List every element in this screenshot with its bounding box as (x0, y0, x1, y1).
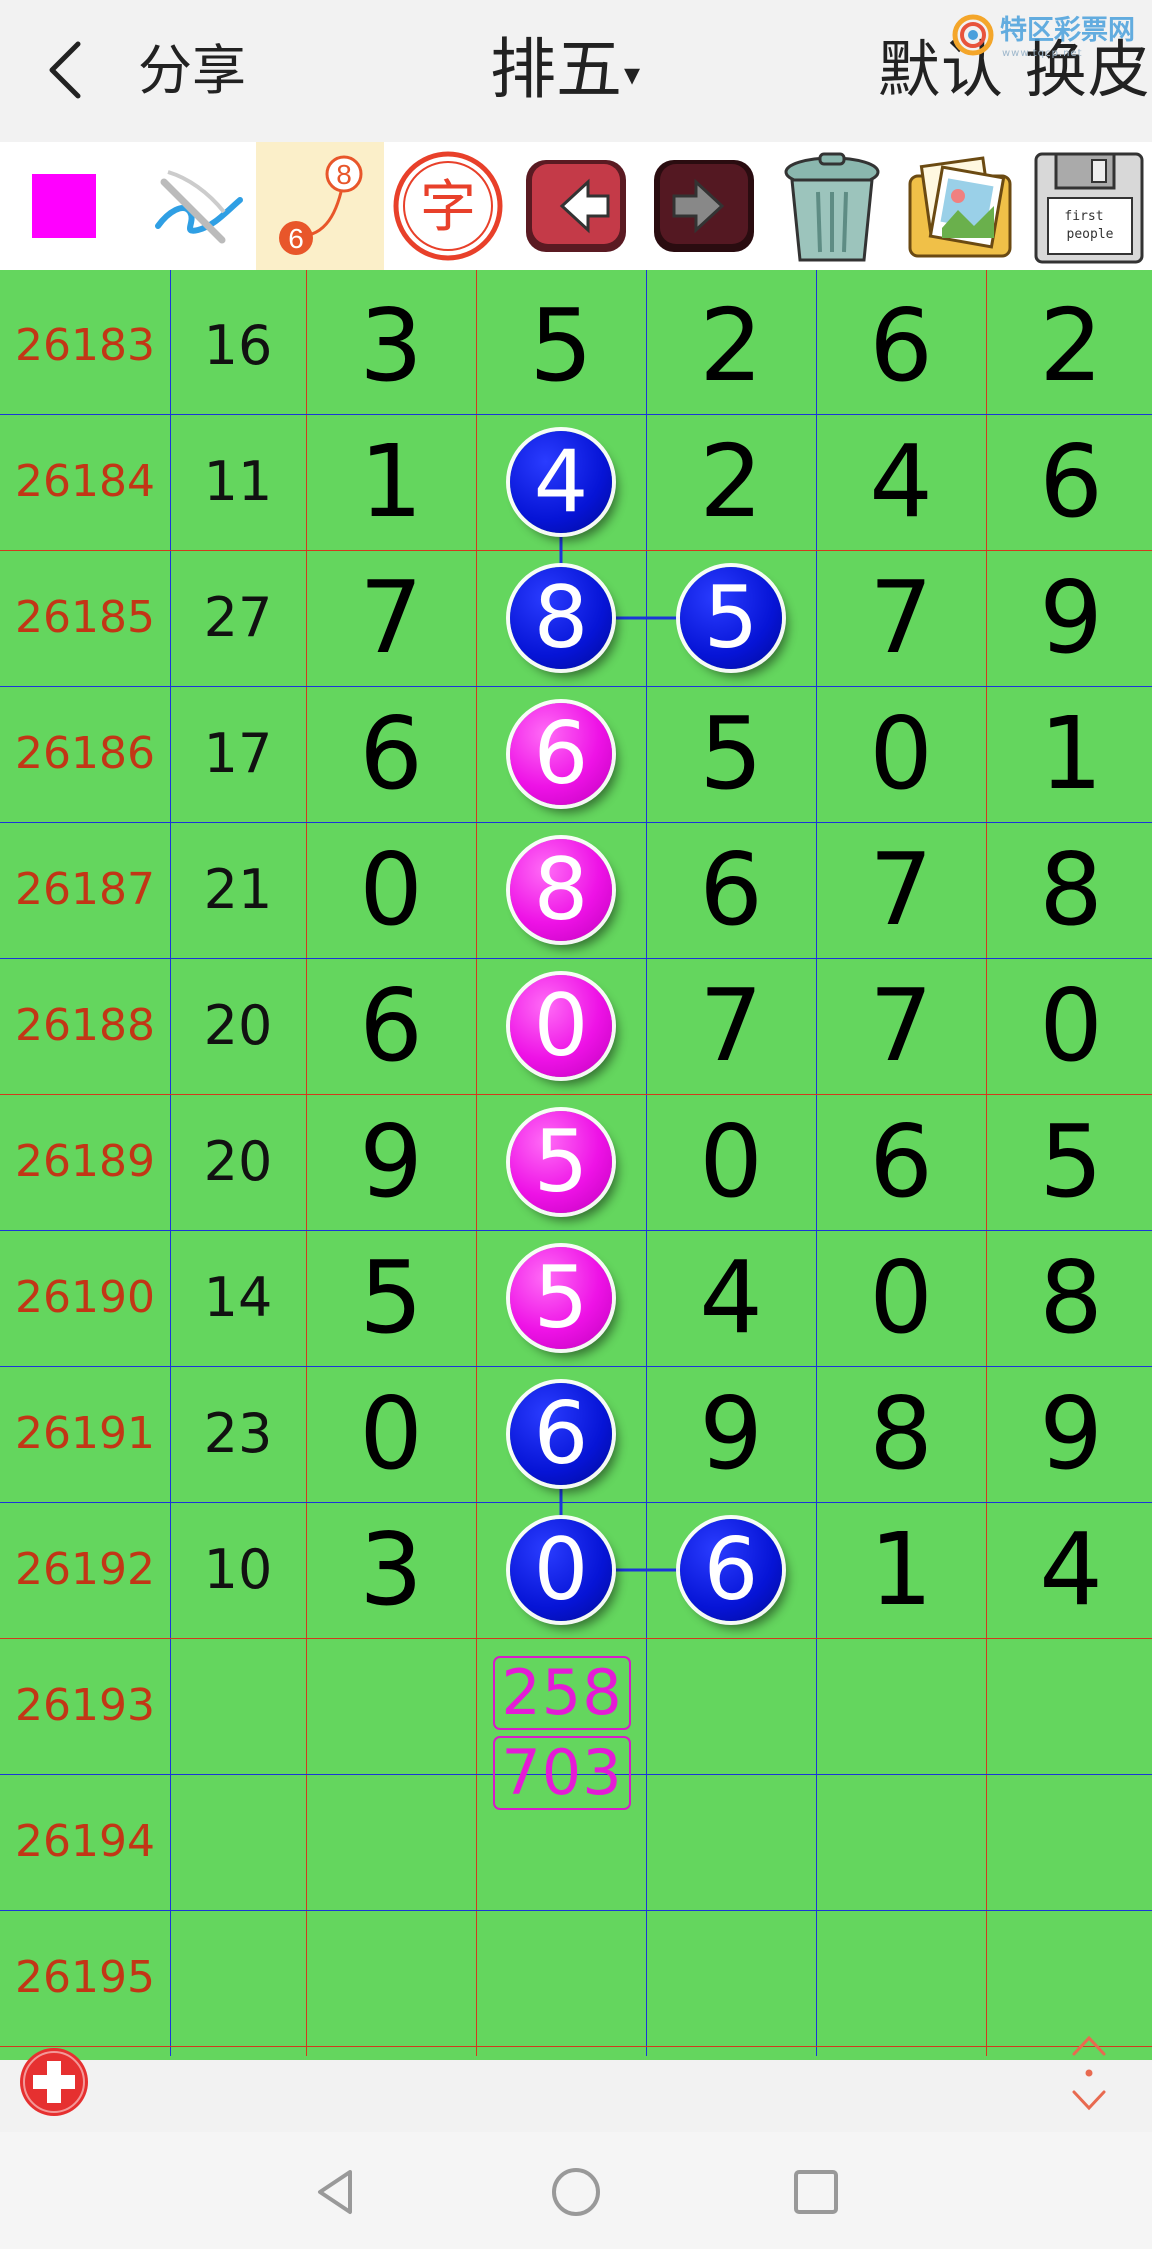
nav-home-circle-icon[interactable] (546, 2162, 606, 2222)
blue-number-ball[interactable]: 6 (510, 1383, 612, 1485)
trend-chart-grid: 26183 16 3 5 2 6 2 26184 11 1 2 4 6 26185 27 7 7 9 26186 17… (0, 270, 1152, 2060)
redo-arrow-icon[interactable] (640, 142, 768, 270)
connect-tool-top-number: 8 (336, 159, 352, 190)
trash-icon[interactable] (768, 142, 896, 270)
system-nav-bar (0, 2132, 1152, 2249)
text-tool-label: 字 (420, 175, 476, 240)
connect-tool-icon[interactable]: 8 6 (256, 142, 384, 270)
prediction-box[interactable]: 703 (493, 1736, 631, 1810)
save-disk-label-1: first (1064, 209, 1103, 224)
blue-number-ball[interactable]: 4 (510, 431, 612, 533)
watermark-logo-icon (952, 14, 994, 56)
nav-recents-square-icon[interactable] (786, 2162, 846, 2222)
pink-number-ball[interactable]: 5 (510, 1111, 612, 1213)
connect-tool-bottom-number: 6 (288, 223, 304, 254)
pink-number-ball[interactable]: 6 (510, 703, 612, 805)
watermark-url: www.tqcp.net (1002, 48, 1083, 59)
app-header: 分享 排五▾ 默认 换皮 特区彩票网 www.tqcp.net (0, 0, 1152, 142)
photos-icon[interactable] (896, 142, 1024, 270)
nav-back-triangle-icon[interactable] (306, 2162, 366, 2222)
save-disk-icon[interactable]: first people (1024, 142, 1152, 270)
share-button[interactable]: 分享 (138, 36, 246, 106)
color-swatch[interactable] (0, 142, 128, 270)
blue-number-ball[interactable]: 5 (680, 567, 782, 669)
watermark: 特区彩票网 www.tqcp.net (952, 12, 1148, 60)
chevron-left-icon[interactable] (36, 30, 96, 110)
save-disk-label-2: people (1067, 227, 1114, 242)
pink-number-ball[interactable]: 5 (510, 1247, 612, 1349)
blue-number-ball[interactable]: 6 (680, 1519, 782, 1621)
pink-number-ball[interactable]: 8 (510, 839, 612, 941)
blue-number-ball[interactable]: 8 (510, 567, 612, 669)
page-title: 排五 (490, 31, 622, 108)
text-tool-icon[interactable]: 字 (384, 142, 512, 270)
dropdown-caret-icon: ▾ (624, 54, 641, 93)
lottery-type-selector[interactable]: 排五▾ (490, 30, 640, 114)
undo-arrow-icon[interactable] (512, 142, 640, 270)
draw-tool-icon[interactable] (128, 142, 256, 270)
prediction-box[interactable]: 258 (493, 1656, 631, 1730)
drawing-toolbar: 8 6 字 first people (0, 142, 1152, 270)
watermark-text: 特区彩票网 (1000, 15, 1135, 46)
blue-number-ball[interactable]: 0 (510, 1519, 612, 1621)
pink-number-ball[interactable]: 0 (510, 975, 612, 1077)
